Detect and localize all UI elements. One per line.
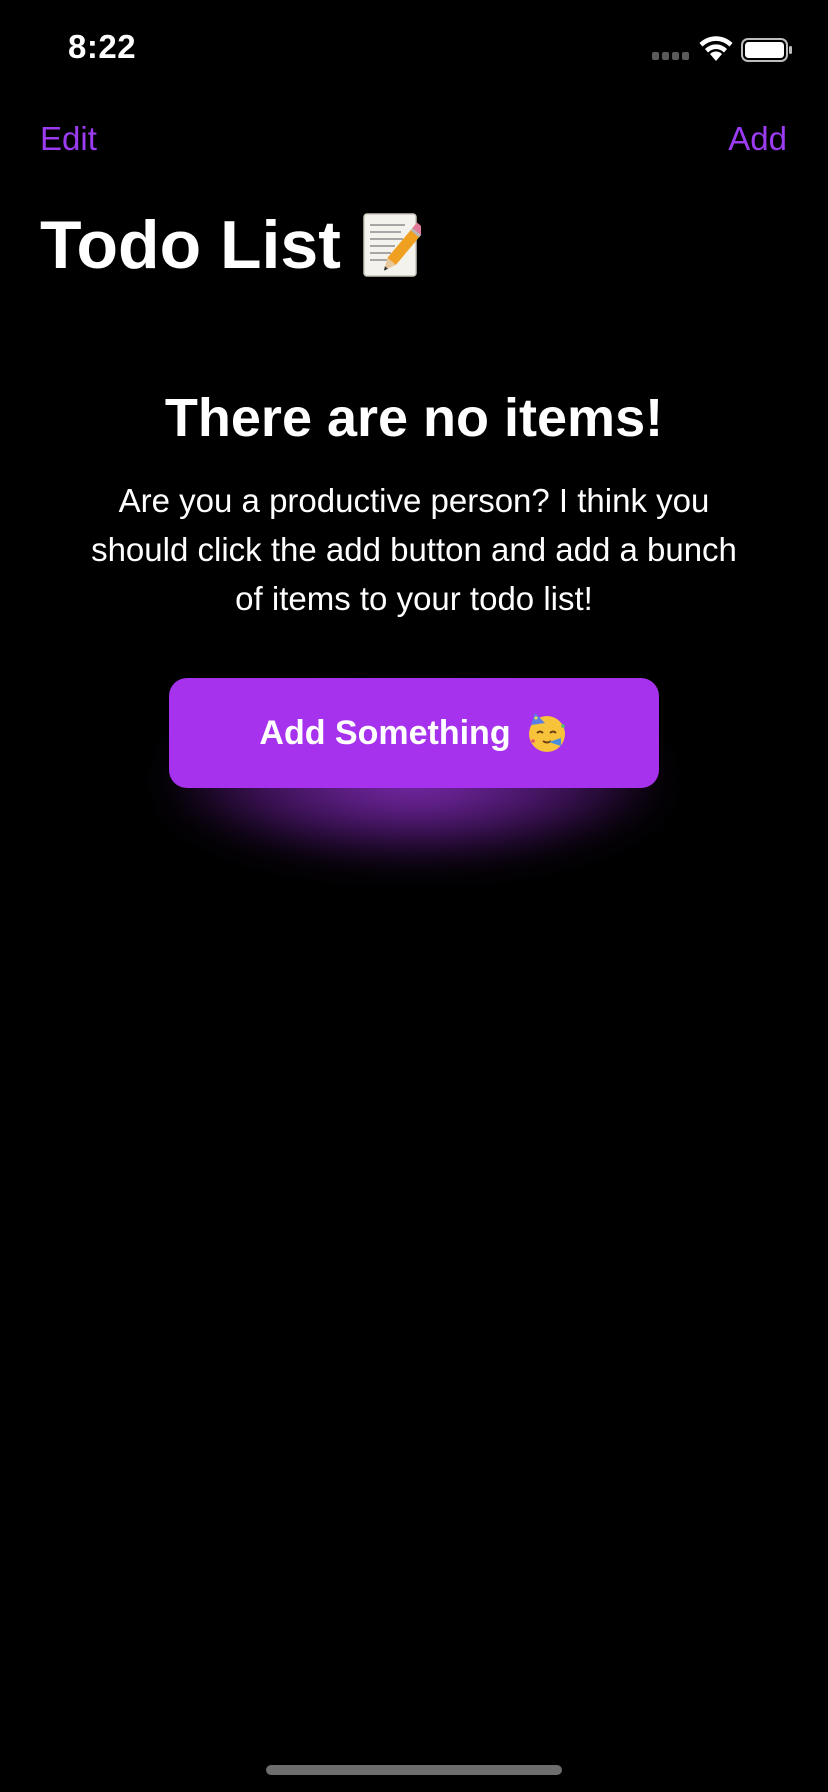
title-row: Todo List: [40, 205, 421, 285]
status-bar: 8:22: [0, 0, 828, 100]
add-something-label: Add Something: [259, 713, 511, 752]
empty-state-heading: There are no items!: [164, 388, 664, 448]
edit-button[interactable]: Edit: [40, 120, 97, 158]
status-time: 8:22: [68, 28, 137, 65]
battery-icon: [741, 38, 792, 62]
partying-face-icon: [528, 713, 565, 752]
add-button[interactable]: Add: [728, 120, 787, 158]
page-title: Todo List: [40, 207, 341, 283]
empty-state-message: Are you a productive person? I think you…: [91, 482, 737, 617]
signal-icon: [652, 52, 692, 62]
home-indicator[interactable]: [266, 1765, 562, 1775]
wifi-icon: [699, 36, 733, 61]
add-something-button[interactable]: Add Something: [169, 678, 659, 788]
memo-icon: [363, 213, 421, 277]
